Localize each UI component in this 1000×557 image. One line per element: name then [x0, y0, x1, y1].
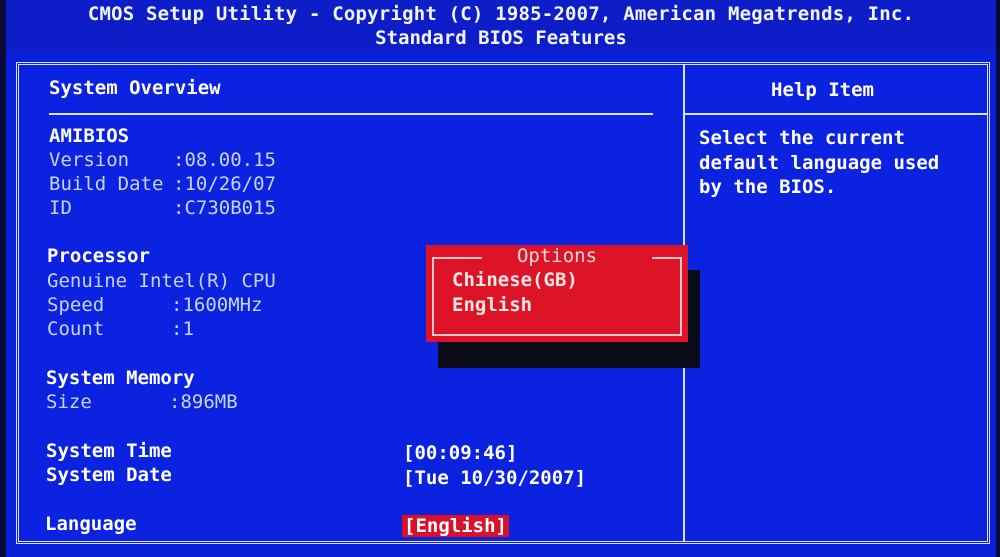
page-title: Standard BIOS Features	[375, 27, 627, 49]
system-time-value[interactable]: [00:09:46]	[403, 442, 517, 464]
help-heading: Help Item	[771, 79, 874, 101]
help-line-1: Select the current	[699, 127, 905, 149]
processor-label: Processor	[47, 245, 150, 267]
memory-size-value: :896MB	[169, 391, 238, 413]
memory-label: System Memory	[46, 367, 195, 389]
option-english[interactable]: English	[452, 294, 532, 316]
build-date-value: :10/26/07	[173, 173, 276, 195]
utility-title: CMOS Setup Utility - Copyright (C) 1985-…	[87, 3, 915, 25]
help-line-2: default language used	[699, 152, 940, 174]
speed-label: Speed	[47, 294, 173, 316]
options-popup: Options Chinese(GB) English	[426, 245, 688, 342]
help-separator	[685, 113, 987, 115]
overview-separator	[49, 113, 653, 115]
system-date-value[interactable]: [Tue 10/30/2007]	[403, 467, 586, 489]
memory-size-label: Size	[46, 391, 172, 413]
id-label: ID	[49, 197, 175, 219]
count-value: :1	[171, 318, 194, 340]
header: CMOS Setup Utility - Copyright (C) 1985-…	[6, 0, 996, 52]
id-value: :C730B015	[173, 197, 276, 219]
version-label: Version	[49, 149, 175, 171]
speed-value: :1600MHz	[171, 294, 263, 316]
popup-title: Options	[516, 245, 598, 267]
processor-name: Genuine Intel(R) CPU	[47, 270, 276, 292]
language-label[interactable]: Language	[45, 513, 137, 535]
build-date-label: Build Date	[49, 173, 164, 195]
version-value: :08.00.15	[173, 149, 276, 171]
system-date-label[interactable]: System Date	[46, 464, 172, 486]
count-label: Count	[47, 318, 173, 340]
system-time-label[interactable]: System Time	[46, 440, 172, 462]
bios-screen: CMOS Setup Utility - Copyright (C) 1985-…	[6, 0, 996, 557]
help-line-3: by the BIOS.	[699, 176, 837, 198]
overview-heading: System Overview	[49, 77, 221, 99]
amibios-label: AMIBIOS	[49, 125, 130, 147]
option-chinese-gb[interactable]: Chinese(GB)	[452, 269, 578, 291]
language-value[interactable]: [English]	[402, 515, 509, 537]
